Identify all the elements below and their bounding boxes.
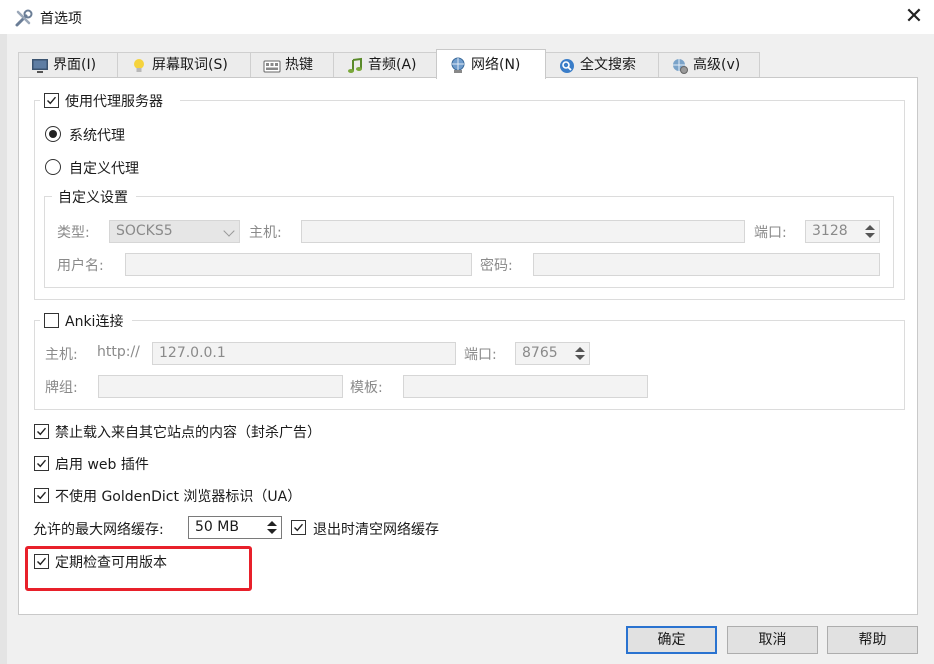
web-plugins-label: 启用 web 插件	[55, 457, 149, 473]
proxy-host-input[interactable]	[301, 220, 745, 243]
window-title: 首选项	[40, 11, 82, 27]
custom-proxy-label: 自定义代理	[69, 161, 139, 177]
system-proxy-radio[interactable]	[45, 126, 61, 142]
anki-port-label: 端口:	[464, 347, 497, 363]
proxy-username-label: 用户名:	[57, 258, 104, 274]
background-window-edge	[0, 34, 7, 664]
music-note-icon	[346, 57, 364, 75]
help-button[interactable]: 帮助	[827, 626, 918, 654]
use-proxy-label: 使用代理服务器	[65, 94, 163, 110]
anki-model-label: 模板:	[350, 380, 383, 396]
close-button[interactable]: ✕	[898, 4, 930, 30]
system-proxy-label: 系统代理	[69, 128, 125, 144]
tools-icon	[14, 8, 34, 28]
highlight-box	[25, 546, 252, 591]
anki-connect-checkbox[interactable]	[44, 313, 59, 328]
proxy-host-label: 主机:	[249, 225, 282, 241]
proxy-type-label: 类型:	[57, 225, 90, 241]
anki-host-label: 主机:	[45, 347, 78, 363]
spin-arrows-icon[interactable]	[264, 518, 280, 537]
custom-proxy-radio[interactable]	[45, 159, 61, 175]
tab-hotkeys[interactable]: 热键	[250, 52, 334, 78]
anki-connect-label: Anki连接	[65, 314, 124, 330]
lightbulb-icon	[130, 57, 148, 75]
anki-port-spinbox[interactable]: 8765	[515, 342, 590, 365]
monitor-icon	[31, 57, 49, 75]
chevron-down-icon	[223, 225, 235, 237]
anki-host-input[interactable]: 127.0.0.1	[152, 342, 456, 365]
block-content-label: 禁止载入来自其它站点的内容（封杀广告）	[55, 425, 321, 441]
title-bar: 首选项 ✕	[0, 0, 934, 34]
no-user-agent-checkbox[interactable]	[34, 488, 49, 503]
clear-cache-on-exit-label: 退出时清空网络缓存	[313, 522, 439, 538]
tab-interface[interactable]: 界面(I)	[18, 52, 118, 78]
max-cache-label: 允许的最大网络缓存:	[33, 522, 164, 538]
anki-deck-label: 牌组:	[45, 380, 78, 396]
clear-cache-on-exit-checkbox[interactable]	[291, 520, 306, 535]
cancel-button[interactable]: 取消	[727, 626, 818, 654]
use-proxy-checkbox[interactable]	[44, 93, 59, 108]
keyboard-icon	[263, 57, 281, 75]
tab-audio[interactable]: 音频(A)	[333, 52, 437, 78]
globe-gear-icon	[671, 57, 689, 75]
web-plugins-checkbox[interactable]	[34, 456, 49, 471]
no-user-agent-label: 不使用 GoldenDict 浏览器标识（UA）	[55, 489, 302, 505]
tab-network[interactable]: 网络(N)	[436, 49, 546, 79]
close-icon: ✕	[904, 4, 924, 29]
max-cache-spinbox[interactable]: 50 MB	[188, 516, 282, 539]
proxy-username-input[interactable]	[125, 253, 472, 276]
custom-settings-title: 自定义设置	[58, 190, 128, 206]
spin-arrows-icon[interactable]	[572, 344, 588, 363]
proxy-port-label: 端口:	[754, 225, 787, 241]
proxy-type-select[interactable]: SOCKS5	[109, 220, 240, 243]
proxy-password-label: 密码:	[480, 258, 513, 274]
spin-arrows-icon[interactable]	[862, 222, 878, 241]
search-icon	[558, 57, 576, 75]
proxy-password-input[interactable]	[533, 253, 880, 276]
ok-button[interactable]: 确定	[626, 626, 717, 654]
anki-deck-input[interactable]	[98, 375, 343, 398]
network-icon	[449, 56, 467, 74]
proxy-port-spinbox[interactable]: 3128	[805, 220, 880, 243]
anki-scheme-label: http://	[97, 344, 140, 360]
anki-model-input[interactable]	[403, 375, 648, 398]
tab-screen-capture[interactable]: 屏幕取词(S)	[117, 52, 251, 78]
tab-advanced[interactable]: 高级(v)	[658, 52, 760, 78]
tab-fulltext-search[interactable]: 全文搜索	[545, 52, 659, 78]
block-content-checkbox[interactable]	[34, 424, 49, 439]
